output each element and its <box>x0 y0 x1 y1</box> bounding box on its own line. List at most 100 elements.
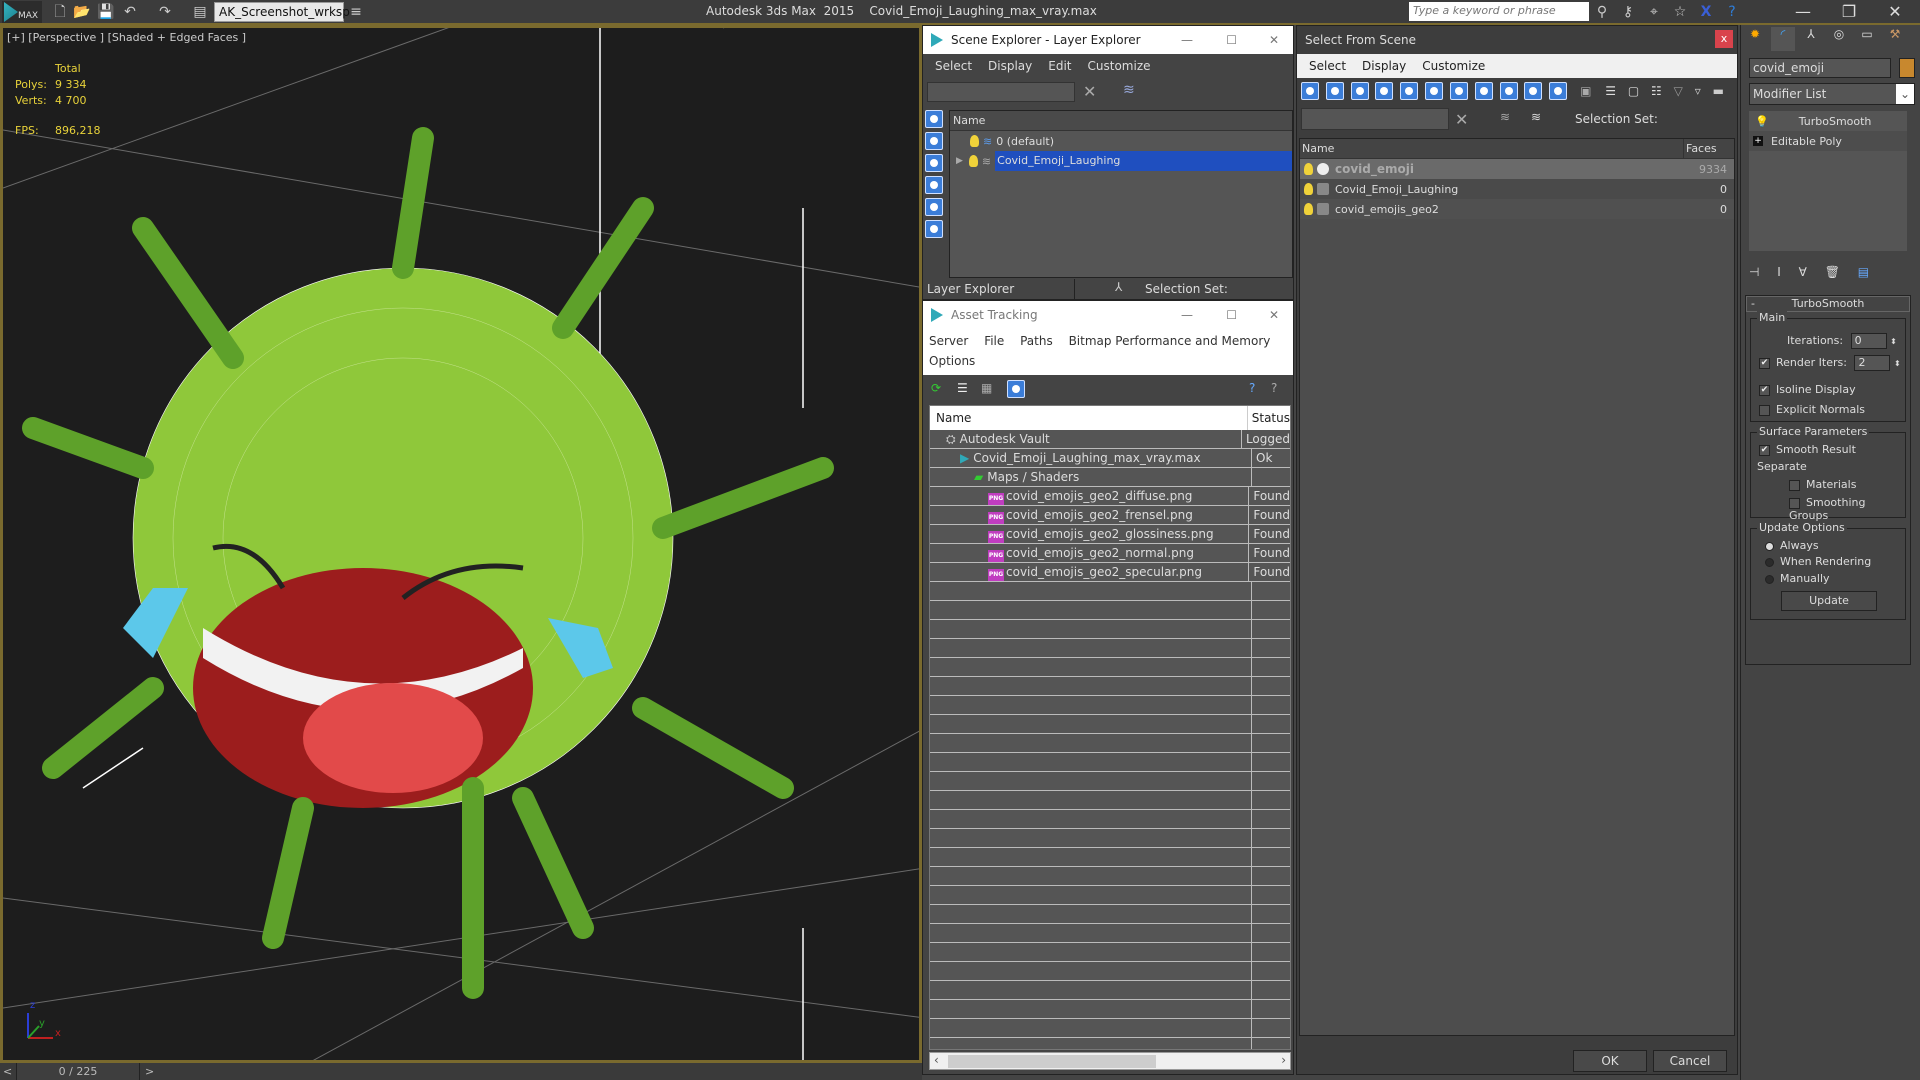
menu-select[interactable]: Select <box>1309 59 1346 73</box>
customize-toolbar-icon[interactable]: ≡ <box>346 3 366 21</box>
save-icon[interactable]: 💾 <box>96 3 116 21</box>
lightbulb-icon[interactable] <box>968 155 978 167</box>
always-radio[interactable] <box>1765 541 1774 551</box>
column-header-name[interactable]: Name <box>930 406 1248 430</box>
menu-display[interactable]: Display <box>988 59 1032 73</box>
select-none-icon[interactable]: ▢ <box>1628 84 1639 98</box>
hierarchy-tab-icon[interactable]: ⅄ <box>1799 27 1823 51</box>
time-prev-button[interactable]: < <box>3 1063 12 1080</box>
menu-options[interactable]: Options <box>929 354 975 368</box>
menu-bitmap-performance[interactable]: Bitmap Performance and Memory <box>1069 334 1271 348</box>
menu-display[interactable]: Display <box>1362 59 1406 73</box>
layers-add-icon[interactable]: ≋ <box>1123 82 1135 98</box>
refresh-icon[interactable]: ⟳ <box>931 381 941 395</box>
object-name-input[interactable]: covid_emoji <box>1749 58 1891 78</box>
satellite-icon[interactable]: ⌖ <box>1644 3 1664 21</box>
lights-filter-icon[interactable] <box>1350 82 1369 100</box>
redo-icon[interactable]: ↷ <box>155 3 175 21</box>
helpers-filter-icon[interactable] <box>925 198 943 216</box>
spacewarps-filter-icon[interactable] <box>1425 82 1444 100</box>
star-icon[interactable]: ☆ <box>1670 3 1690 21</box>
make-unique-icon[interactable]: ∀ <box>1799 265 1807 279</box>
open-icon[interactable]: 📂 <box>72 3 92 21</box>
new-file-icon[interactable]: 🗋 <box>50 3 70 21</box>
xrefs-filter-icon[interactable] <box>1474 82 1493 100</box>
viewport-label[interactable]: [+] [Perspective ] [Shaded + Edged Faces… <box>7 31 246 44</box>
lightbulb-icon[interactable] <box>1304 163 1313 175</box>
bones-filter-icon[interactable] <box>1499 82 1518 100</box>
render-iters-input[interactable]: 2 <box>1854 355 1891 371</box>
workspace-dropdown[interactable]: AK_Screenshot_wrksp <box>214 2 350 22</box>
remove-modifier-icon[interactable]: 🗑 <box>1825 265 1840 279</box>
motion-tab-icon[interactable]: ◎ <box>1827 27 1851 51</box>
asset-row[interactable]: PNG covid_emojis_geo2_specular.png Found <box>930 562 1290 582</box>
clear-search-icon[interactable]: ✕ <box>1455 110 1468 129</box>
groups-filter-icon[interactable] <box>1449 82 1468 100</box>
explicit-normals-checkbox[interactable] <box>1759 404 1770 416</box>
help-disabled-icon[interactable]: ? <box>1271 381 1277 395</box>
object-color-swatch[interactable] <box>1899 58 1915 78</box>
cameras-filter-icon[interactable] <box>925 176 943 194</box>
rollout-header[interactable]: - TurboSmooth <box>1746 296 1910 312</box>
key-icon[interactable]: ⚷ <box>1618 3 1638 21</box>
manually-radio[interactable] <box>1765 574 1774 584</box>
time-next-button[interactable]: > <box>145 1063 154 1080</box>
expand-icon[interactable]: + <box>1753 136 1763 146</box>
column-header-name[interactable]: Name <box>1300 139 1684 158</box>
update-button[interactable]: Update <box>1781 591 1877 611</box>
scene-explorer-search-input[interactable] <box>927 82 1075 102</box>
time-slider[interactable]: 0 / 225 <box>16 1063 140 1080</box>
project-icon[interactable]: ▤ <box>190 3 210 21</box>
select-from-scene-titlebar[interactable]: Select From Scene x <box>1297 26 1737 54</box>
object-row[interactable]: covid_emoji 9334 <box>1300 159 1734 179</box>
scroll-left-arrow[interactable]: ‹ <box>934 1053 939 1067</box>
menu-server[interactable]: Server <box>929 334 968 348</box>
menu-select[interactable]: Select <box>935 59 972 73</box>
filter-icon[interactable]: ▽ <box>1674 84 1683 98</box>
shapes-filter-icon[interactable] <box>1325 82 1344 100</box>
select-invert-icon[interactable]: ☷ <box>1651 84 1662 98</box>
when-rendering-radio[interactable] <box>1765 557 1774 567</box>
isoline-checkbox[interactable]: ✔ <box>1759 384 1770 396</box>
scroll-right-arrow[interactable]: › <box>1281 1053 1286 1067</box>
geometry-filter-icon[interactable] <box>925 110 943 128</box>
modify-tab-icon[interactable]: ◜ <box>1771 27 1795 51</box>
object-row[interactable]: covid_emojis_geo2 0 <box>1300 199 1734 219</box>
undo-icon[interactable]: ↶ <box>120 3 140 21</box>
modifier-stack-item[interactable]: 💡 TurboSmooth <box>1749 111 1907 131</box>
spacewarps-filter-icon[interactable] <box>925 220 943 238</box>
list-view-icon[interactable]: ☰ <box>957 381 968 395</box>
asset-row[interactable]: PNG covid_emojis_geo2_diffuse.png Found <box>930 486 1290 506</box>
lightbulb-icon[interactable]: 💡 <box>1755 115 1769 128</box>
create-tab-icon[interactable]: ✹ <box>1743 27 1767 51</box>
asset-tracking-titlebar[interactable]: Asset Tracking — ☐ ✕ <box>923 301 1293 329</box>
x-exchange-icon[interactable]: X <box>1696 3 1716 21</box>
close-button[interactable]: ✕ <box>1269 301 1279 329</box>
horizontal-scrollbar[interactable]: ‹ › <box>929 1052 1291 1070</box>
asset-row[interactable]: ▶ Covid_Emoji_Laughing_max_vray.max Ok <box>930 448 1290 468</box>
close-button[interactable]: ✕ <box>1269 26 1279 54</box>
thumbnail-view-icon[interactable]: ▦ <box>981 381 992 395</box>
maximize-button[interactable]: ☐ <box>1226 301 1237 329</box>
select-all-icon[interactable]: ☰ <box>1605 84 1616 98</box>
render-iters-spinner[interactable]: ⬍ <box>1894 359 1901 368</box>
asset-row[interactable]: PNG covid_emojis_geo2_normal.png Found <box>930 543 1290 563</box>
utilities-tab-icon[interactable]: ⚒ <box>1883 27 1907 51</box>
hierarchy-icon[interactable]: ⅄ <box>1115 280 1122 294</box>
iterations-input[interactable]: 0 <box>1850 333 1887 349</box>
hidden-filter-icon[interactable]: ▣ <box>1580 84 1591 98</box>
modifier-stack-item[interactable]: + Editable Poly <box>1749 131 1907 151</box>
binoculars-icon[interactable]: ⚲ <box>1592 3 1612 21</box>
layers-icon[interactable]: ≋ <box>1500 110 1510 124</box>
materials-checkbox[interactable] <box>1789 479 1800 491</box>
menu-paths[interactable]: Paths <box>1020 334 1053 348</box>
frozen-filter-icon[interactable] <box>1549 82 1568 100</box>
geometry-filter-icon[interactable] <box>1301 82 1319 100</box>
lightbulb-icon[interactable] <box>1304 183 1313 195</box>
iterations-spinner[interactable]: ⬍ <box>1890 337 1897 346</box>
object-row[interactable]: Covid_Emoji_Laughing 0 <box>1300 179 1734 199</box>
layer-row[interactable]: ▶ ≋ Covid_Emoji_Laughing <box>950 151 1292 171</box>
app-menu-button[interactable]: MAX <box>2 1 42 23</box>
smoothing-groups-checkbox[interactable] <box>1789 497 1800 509</box>
column-header-faces[interactable]: Faces <box>1684 139 1717 158</box>
